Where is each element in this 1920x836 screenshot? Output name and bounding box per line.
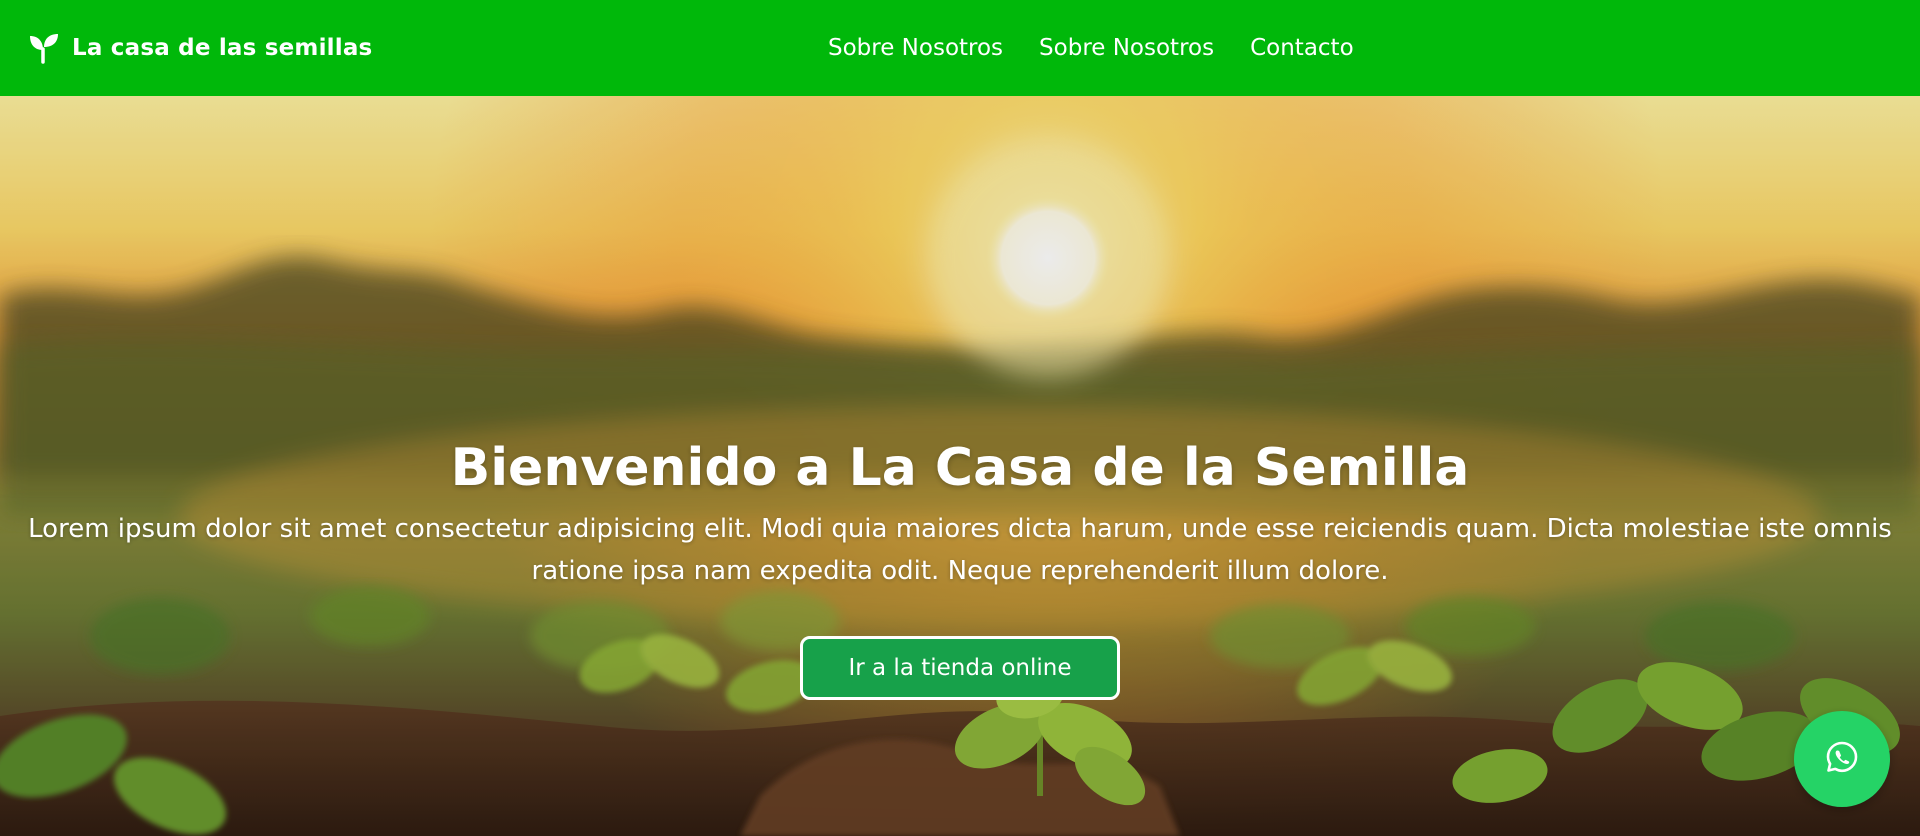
nav-link-sobre-nosotros[interactable]: Sobre Nosotros [828,35,1003,61]
whatsapp-icon [1825,740,1859,778]
nav-link-sobre-nosotros-2[interactable]: Sobre Nosotros [1039,35,1214,61]
hero-section: Bienvenido a La Casa de la Semilla Lorem… [0,96,1920,836]
hero-content: Bienvenido a La Casa de la Semilla Lorem… [0,436,1920,700]
navbar: La casa de las semillas Sobre Nosotros S… [0,0,1920,96]
brand-link[interactable]: La casa de las semillas [28,0,372,96]
online-store-button[interactable]: Ir a la tienda online [800,636,1120,700]
brand-name: La casa de las semillas [72,35,373,61]
hero-title: Bienvenido a La Casa de la Semilla [450,438,1470,498]
sprout-icon [28,32,60,64]
nav-links: Sobre Nosotros Sobre Nosotros Contacto [828,0,1354,96]
whatsapp-button[interactable] [1794,711,1890,807]
nav-link-contacto[interactable]: Contacto [1250,35,1354,61]
hero-description: Lorem ipsum dolor sit amet consectetur a… [28,514,1892,586]
